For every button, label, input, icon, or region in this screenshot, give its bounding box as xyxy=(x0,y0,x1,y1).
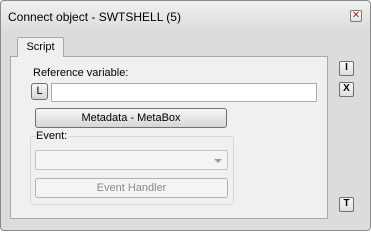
dialog-window: Connect object - SWTSHELL (5) ✕ Script R… xyxy=(0,0,371,231)
l-button[interactable]: L xyxy=(31,83,48,100)
title-bar[interactable]: Connect object - SWTSHELL (5) ✕ xyxy=(1,1,370,32)
event-label: Event: xyxy=(36,130,70,142)
event-handler-button: Event Handler xyxy=(35,178,228,198)
i-button[interactable]: I xyxy=(339,61,354,76)
window-title: Connect object - SWTSHELL (5) xyxy=(8,10,181,24)
reference-variable-input[interactable] xyxy=(51,83,317,102)
chevron-down-icon xyxy=(214,159,222,163)
metadata-button[interactable]: Metadata - MetaBox xyxy=(35,108,227,128)
x-button[interactable]: X xyxy=(339,82,354,97)
event-select xyxy=(35,150,228,170)
reference-variable-label: Reference variable: xyxy=(33,67,129,79)
tab-script[interactable]: Script xyxy=(17,37,64,57)
close-icon[interactable]: ✕ xyxy=(350,10,362,22)
t-button[interactable]: T xyxy=(339,197,354,212)
